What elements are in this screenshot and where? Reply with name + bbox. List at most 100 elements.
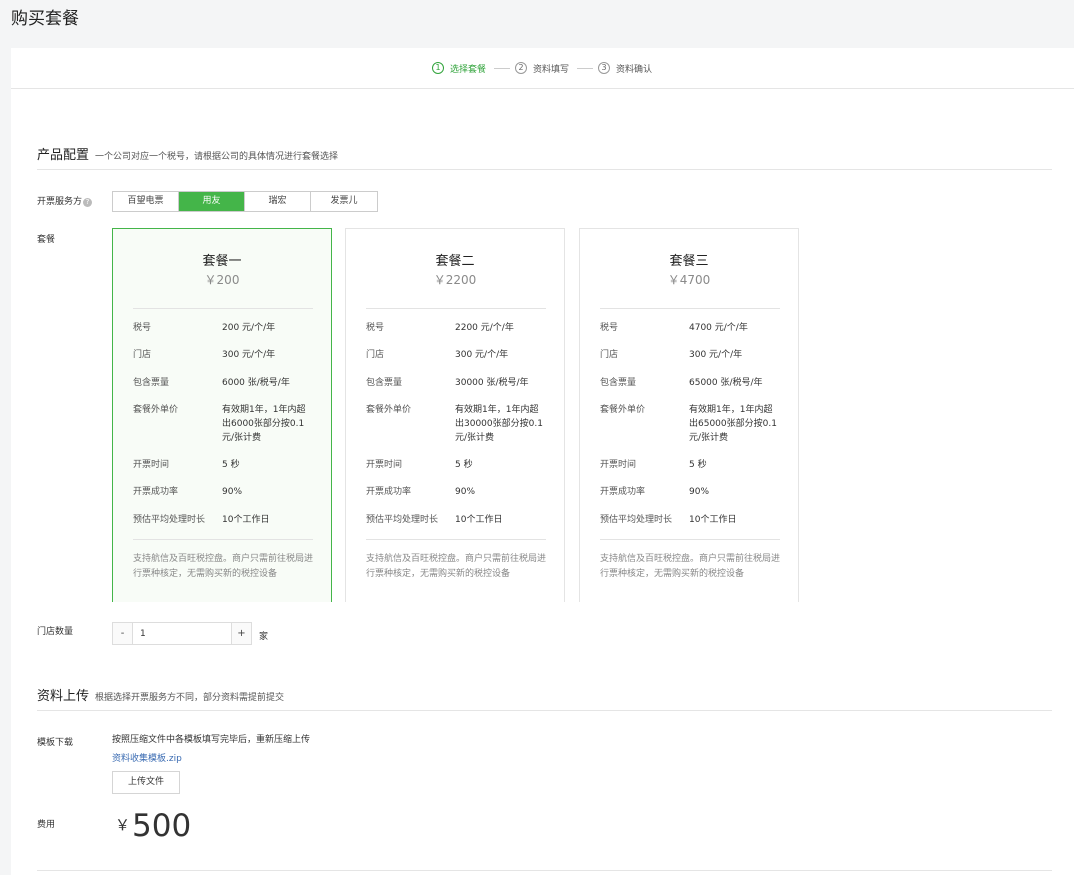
- template-label: 模板下载: [37, 738, 74, 748]
- step-2-number: 2: [515, 62, 527, 74]
- divider: [37, 169, 1052, 170]
- package-price: ￥4700: [667, 273, 711, 287]
- step-1: 1 选择套餐: [432, 61, 486, 75]
- product-section-header: 产品配置 一个公司对应一个税号，请根据公司的具体情况进行套餐选择: [37, 144, 339, 163]
- provider-option-fapiaoer[interactable]: 发票儿: [311, 192, 377, 211]
- row-value: 10个工作日: [689, 515, 737, 525]
- package-name: 套餐三: [669, 254, 709, 269]
- row-value: 4700 元/个/年: [689, 323, 748, 333]
- row-value: 200 元/个/年: [222, 323, 276, 333]
- provider-label: 开票服务方?: [37, 194, 93, 207]
- package-label: 套餐: [37, 235, 56, 245]
- product-section-title: 产品配置: [37, 148, 90, 163]
- divider: [600, 539, 780, 540]
- row-value: 10个工作日: [455, 515, 503, 525]
- upload-section-subtitle: 根据选择开票服务方不同，部分资料需提前提交: [95, 693, 285, 703]
- upload-section-title: 资料上传: [37, 689, 90, 704]
- row-key: 套餐外单价: [133, 405, 179, 415]
- row-key: 预估平均处理时长: [133, 515, 206, 525]
- provider-label-text: 开票服务方: [37, 197, 83, 207]
- provider-option-yonyou[interactable]: 用友: [179, 192, 245, 211]
- row-value: 有效期1年，1年内超出30000张部分按0.1元/张计费: [455, 405, 543, 443]
- provider-selector: 百望电票 用友 瑞宏 发票儿: [112, 191, 378, 212]
- step-connector: [494, 68, 510, 69]
- page-title: 购买套餐: [11, 9, 79, 29]
- step-3-number: 3: [598, 62, 610, 74]
- package-price: ￥200: [204, 273, 240, 287]
- package-description: 支持航信及百旺税控盘。商户只需前往税局进行票种核定，无需购买新的税控设备: [366, 554, 547, 579]
- row-value: 30000 张/税号/年: [455, 378, 529, 388]
- row-value: 5 秒: [689, 460, 707, 470]
- step-3: 3 资料确认: [598, 61, 652, 75]
- row-key: 开票时间: [366, 460, 403, 470]
- row-key: 套餐外单价: [366, 405, 412, 415]
- package-name: 套餐二: [435, 254, 475, 269]
- row-value: 90%: [455, 487, 476, 497]
- package-name: 套餐一: [202, 254, 242, 269]
- row-key: 套餐外单价: [600, 405, 646, 415]
- divider: [366, 308, 546, 309]
- store-count-input[interactable]: [132, 623, 232, 644]
- package-price: ￥2200: [433, 273, 477, 287]
- divider: [37, 870, 1052, 871]
- divider: [366, 539, 546, 540]
- step-connector: [577, 68, 593, 69]
- row-value: 6000 张/税号/年: [222, 378, 290, 388]
- help-icon[interactable]: ?: [83, 198, 93, 207]
- row-key: 开票成功率: [366, 487, 412, 497]
- divider: [600, 308, 780, 309]
- row-key: 门店: [133, 350, 152, 360]
- main-panel: 1 选择套餐 2 资料填写 3 资料确认 产品配置 一个公司对应一个税号，请根据…: [11, 48, 1074, 875]
- row-key: 税号: [366, 323, 385, 333]
- row-value: 5 秒: [455, 460, 473, 470]
- row-value: 65000 张/税号/年: [689, 378, 763, 388]
- fee-amount: 500: [132, 808, 192, 844]
- upload-file-button[interactable]: 上传文件: [112, 771, 180, 794]
- store-count-label: 门店数量: [37, 627, 74, 637]
- store-count-unit: 家: [259, 632, 269, 642]
- step-1-label: 选择套餐: [450, 64, 487, 75]
- fee-currency: ￥: [115, 816, 131, 834]
- store-count-stepper: - +: [112, 622, 252, 645]
- step-3-label: 资料确认: [616, 64, 653, 75]
- row-key: 税号: [600, 323, 619, 333]
- row-value: 90%: [222, 487, 243, 497]
- row-value: 300 元/个/年: [455, 350, 509, 360]
- package-card-2[interactable]: 套餐二 ￥2200 税号 2200 元/个/年 门店 300 元/个/年 包含票量 3…: [345, 228, 565, 602]
- fee-label: 费用: [37, 820, 56, 830]
- row-key: 包含票量: [133, 378, 170, 388]
- row-value: 300 元/个/年: [222, 350, 276, 360]
- package-description: 支持航信及百旺税控盘。商户只需前往税局进行票种核定，无需购买新的税控设备: [600, 554, 781, 579]
- row-key: 包含票量: [600, 378, 637, 388]
- increment-button[interactable]: +: [232, 623, 251, 644]
- row-value: 90%: [689, 487, 710, 497]
- row-key: 预估平均处理时长: [600, 515, 673, 525]
- row-value: 300 元/个/年: [689, 350, 743, 360]
- provider-option-ruihong[interactable]: 瑞宏: [245, 192, 311, 211]
- package-card-3[interactable]: 套餐三 ￥4700 税号 4700 元/个/年 门店 300 元/个/年 包含票量 6…: [579, 228, 799, 602]
- template-download-link[interactable]: 资料收集模板.zip: [112, 751, 182, 764]
- package-card-1[interactable]: 套餐一 ￥200 税号 200 元/个/年 门店 300 元/个/年 包含票量 600…: [112, 228, 332, 602]
- divider: [133, 308, 313, 309]
- row-key: 包含票量: [366, 378, 403, 388]
- row-key: 门店: [366, 350, 385, 360]
- product-section-subtitle: 一个公司对应一个税号，请根据公司的具体情况进行套餐选择: [95, 152, 339, 162]
- row-key: 税号: [133, 323, 152, 333]
- row-value: 2200 元/个/年: [455, 323, 514, 333]
- step-2: 2 资料填写: [515, 61, 569, 75]
- row-value: 5 秒: [222, 460, 240, 470]
- row-key: 开票成功率: [133, 487, 179, 497]
- row-key: 开票成功率: [600, 487, 646, 497]
- provider-option-baiwang[interactable]: 百望电票: [113, 192, 179, 211]
- package-description: 支持航信及百旺税控盘。商户只需前往税局进行票种核定，无需购买新的税控设备: [133, 554, 314, 579]
- row-key: 开票时间: [133, 460, 170, 470]
- decrement-button[interactable]: -: [113, 623, 132, 644]
- row-key: 预估平均处理时长: [366, 515, 439, 525]
- step-indicator: 1 选择套餐 2 资料填写 3 资料确认: [11, 48, 1074, 89]
- upload-section-header: 资料上传 根据选择开票服务方不同，部分资料需提前提交: [37, 685, 285, 704]
- step-1-number: 1: [432, 62, 444, 74]
- divider: [37, 710, 1052, 711]
- step-2-label: 资料填写: [533, 64, 570, 75]
- row-value: 有效期1年，1年内超出65000张部分按0.1元/张计费: [689, 405, 777, 443]
- template-description: 按照压缩文件中各模板填写完毕后，重新压缩上传: [112, 735, 311, 745]
